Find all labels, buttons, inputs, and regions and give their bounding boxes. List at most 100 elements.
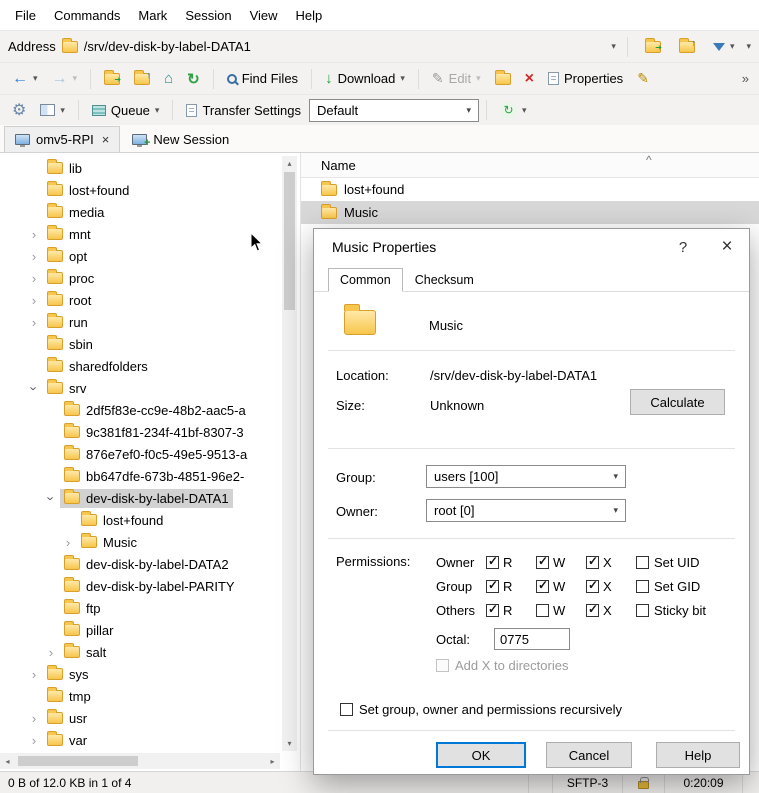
file-row-lost+found[interactable]: lost+found: [301, 178, 759, 201]
tree-item-pillar[interactable]: pillar: [0, 619, 280, 641]
tree-item-root[interactable]: ›root: [0, 289, 280, 311]
chevron-down-icon[interactable]: ▾: [155, 105, 160, 116]
tree-item-876e7ef0-f0c5-49e5-9513-a[interactable]: 876e7ef0-f0c5-49e5-9513-a: [0, 443, 280, 465]
checkbox-owner-w[interactable]: [536, 556, 549, 569]
tree-item-lib[interactable]: lib: [0, 157, 280, 179]
find-files-button[interactable]: Find Files: [221, 67, 304, 90]
edit-file-button[interactable]: ✎: [631, 66, 655, 91]
forward-button[interactable]: →▾: [46, 66, 84, 92]
checkbox-others-x[interactable]: [586, 604, 599, 617]
tree-item-2df5f83e-cc9e-48b2-aac5-a[interactable]: 2df5f83e-cc9e-48b2-aac5-a: [0, 399, 280, 421]
scroll-right-icon[interactable]: ▸: [265, 754, 280, 769]
tree-item-music[interactable]: ›Music: [0, 531, 280, 553]
queue-button[interactable]: Queue▾: [86, 99, 166, 122]
close-tab-icon[interactable]: ×: [102, 132, 110, 147]
tree-item-media[interactable]: media: [0, 201, 280, 223]
menu-file[interactable]: File: [6, 3, 45, 28]
ok-button[interactable]: OK: [436, 742, 526, 768]
menu-commands[interactable]: Commands: [45, 3, 129, 28]
checkbox-others-w[interactable]: [536, 604, 549, 617]
tree-item-mnt[interactable]: ›mnt: [0, 223, 280, 245]
tree-item-usr[interactable]: ›usr: [0, 707, 280, 729]
menu-view[interactable]: View: [241, 3, 287, 28]
checkbox-group-w[interactable]: [536, 580, 549, 593]
recursive-checkbox[interactable]: [340, 703, 353, 716]
toolbar-overflow-icon[interactable]: »: [738, 71, 753, 86]
scroll-up-icon[interactable]: ▴: [282, 156, 297, 171]
tree-item-ftp[interactable]: ftp: [0, 597, 280, 619]
refresh-button[interactable]: ↻: [181, 66, 206, 92]
dialog-close-button[interactable]: ×: [705, 229, 749, 265]
tree-vertical-scrollbar[interactable]: ▴ ▾: [282, 156, 297, 751]
dialog-titlebar[interactable]: Music Properties ? ×: [314, 229, 749, 265]
expander-icon[interactable]: ›: [46, 645, 56, 660]
filter-button[interactable]: ▾: [707, 37, 741, 56]
tree-item-opt[interactable]: ›opt: [0, 245, 280, 267]
dialog-help-button[interactable]: ?: [661, 229, 705, 265]
open-directory-button[interactable]: [639, 37, 667, 57]
tree-item-lost+found[interactable]: lost+found: [0, 179, 280, 201]
tree-item-salt[interactable]: ›salt: [0, 641, 280, 663]
address-overflow-icon[interactable]: ▾: [746, 41, 751, 52]
tree-item-proc[interactable]: ›proc: [0, 267, 280, 289]
expander-icon[interactable]: ›: [29, 711, 39, 726]
tree-item-var[interactable]: ›var: [0, 729, 280, 751]
tab-checksum[interactable]: Checksum: [403, 268, 486, 292]
chevron-down-icon[interactable]: ▾: [60, 105, 65, 116]
tree-item-sharedfolders[interactable]: sharedfolders: [0, 355, 280, 377]
scrollbar-thumb[interactable]: [284, 172, 295, 310]
delete-button[interactable]: ×: [519, 66, 540, 92]
tree-item-dev-disk-by-label-data2[interactable]: dev-disk-by-label-DATA2: [0, 553, 280, 575]
properties-button[interactable]: Properties: [542, 67, 629, 90]
checkbox-owner-r[interactable]: [486, 556, 499, 569]
address-dropdown-icon[interactable]: ▾: [611, 41, 616, 52]
synchronize-button[interactable]: ↻▾: [494, 98, 533, 123]
copy-button[interactable]: [489, 69, 517, 89]
checkbox-group-r[interactable]: [486, 580, 499, 593]
address-path[interactable]: /srv/dev-disk-by-label-DATA1: [84, 39, 606, 54]
download-button[interactable]: ↓Download▾: [319, 66, 411, 91]
chevron-down-icon[interactable]: ▾: [522, 105, 527, 116]
session-tab-new[interactable]: New Session: [122, 126, 239, 152]
checkbox-owner-x[interactable]: [586, 556, 599, 569]
owner-combo[interactable]: root [0]▾: [426, 499, 626, 522]
octal-input[interactable]: [494, 628, 570, 650]
back-button[interactable]: ←▾: [6, 66, 44, 92]
scroll-down-icon[interactable]: ▾: [282, 736, 297, 751]
expander-icon[interactable]: ›: [29, 315, 39, 330]
parent-directory-button[interactable]: [128, 69, 156, 89]
tab-common[interactable]: Common: [328, 268, 403, 292]
expander-icon[interactable]: ›: [27, 383, 42, 393]
bookmark-button[interactable]: [673, 37, 701, 57]
expander-icon[interactable]: ›: [63, 535, 73, 550]
expander-icon[interactable]: ›: [29, 249, 39, 264]
help-button[interactable]: Help: [656, 742, 740, 768]
tree-item-bb647dfe-673b-4851-96e2-[interactable]: bb647dfe-673b-4851-96e2-: [0, 465, 280, 487]
tree-item-lost+found[interactable]: lost+found: [0, 509, 280, 531]
scroll-left-icon[interactable]: ◂: [0, 754, 15, 769]
tree-item-sys[interactable]: ›sys: [0, 663, 280, 685]
column-header-name[interactable]: Name ^: [301, 153, 759, 178]
cancel-button[interactable]: Cancel: [546, 742, 632, 768]
checkbox-set-uid[interactable]: [636, 556, 649, 569]
tree-item-dev-disk-by-label-data1[interactable]: ›dev-disk-by-label-DATA1: [0, 487, 280, 509]
group-combo[interactable]: users [100]▾: [426, 465, 626, 488]
menu-session[interactable]: Session: [176, 3, 240, 28]
tree-item-tmp[interactable]: tmp: [0, 685, 280, 707]
expander-icon[interactable]: ›: [29, 667, 39, 682]
status-protocol[interactable]: SFTP-3: [553, 772, 623, 793]
calculate-button[interactable]: Calculate: [630, 389, 725, 415]
expander-icon[interactable]: ›: [29, 227, 39, 242]
tree-horizontal-scrollbar[interactable]: ◂ ▸: [0, 753, 280, 769]
chevron-down-icon[interactable]: ▾: [400, 73, 405, 84]
chevron-down-icon[interactable]: ▾: [33, 73, 38, 84]
tree-item-dev-disk-by-label-parity[interactable]: dev-disk-by-label-PARITY: [0, 575, 280, 597]
home-button[interactable]: ⌂: [158, 66, 179, 91]
tree-item-sbin[interactable]: sbin: [0, 333, 280, 355]
recursive-checkbox-row[interactable]: Set group, owner and permissions recursi…: [340, 702, 622, 717]
file-row-music[interactable]: Music: [301, 201, 759, 224]
tree-item-9c381f81-234f-41bf-8307-3[interactable]: 9c381f81-234f-41bf-8307-3: [0, 421, 280, 443]
session-tab-omv5-rpi[interactable]: omv5-RPI ×: [4, 126, 120, 152]
status-encryption[interactable]: [623, 772, 665, 793]
menu-help[interactable]: Help: [287, 3, 332, 28]
